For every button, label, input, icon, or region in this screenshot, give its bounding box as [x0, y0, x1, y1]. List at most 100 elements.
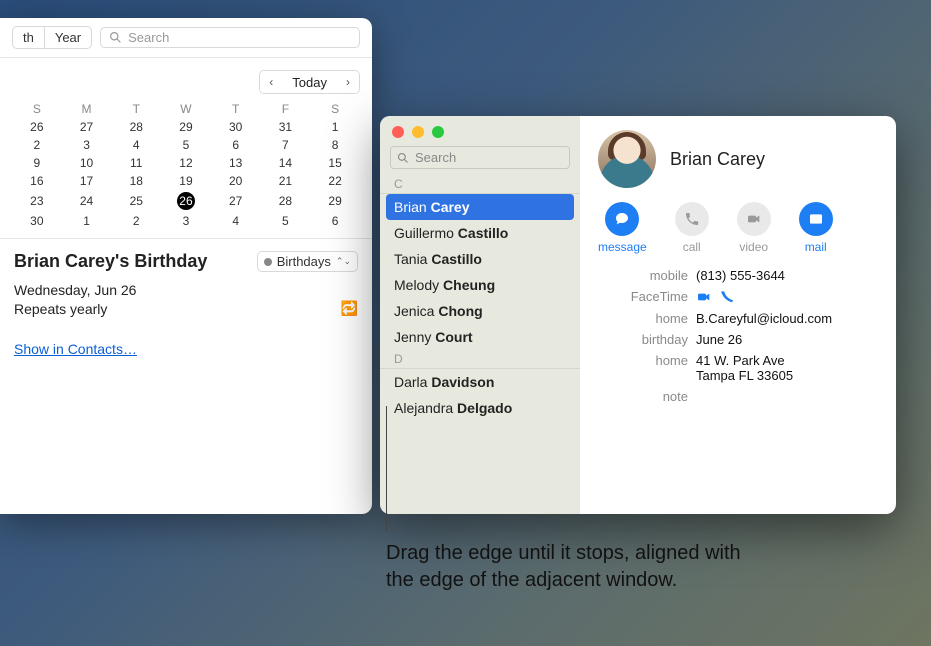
action-mail[interactable]: mail	[799, 202, 833, 254]
contact-actions: message call video mail	[598, 196, 878, 268]
calendar-day[interactable]: 1	[62, 212, 112, 230]
calendar-day[interactable]: 13	[211, 154, 261, 172]
action-call[interactable]: call	[675, 202, 709, 254]
mini-calendar: ‹ Today › SMTWTFS26272829303112345678910…	[0, 58, 372, 238]
calendar-day[interactable]: 10	[62, 154, 112, 172]
calendar-day[interactable]: 28	[261, 190, 311, 212]
calendar-day[interactable]: 4	[111, 136, 161, 154]
field-value-home-addr[interactable]: 41 W. Park Ave Tampa FL 33605	[696, 353, 878, 383]
calendar-day[interactable]: 26	[161, 190, 211, 212]
calendar-picker-label: Birthdays	[277, 254, 331, 269]
addr-line2: Tampa FL 33605	[696, 368, 878, 383]
event-title[interactable]: Brian Carey's Birthday	[14, 251, 207, 272]
field-value-note[interactable]	[696, 389, 878, 404]
today-button[interactable]: Today	[282, 71, 337, 93]
mini-calendar-grid[interactable]: SMTWTFS262728293031123456789101112131415…	[12, 100, 360, 230]
contact-row[interactable]: Brian Carey	[386, 194, 574, 220]
calendar-day[interactable]: 18	[111, 172, 161, 190]
calendar-day[interactable]: 1	[310, 118, 360, 136]
calendar-day[interactable]: 29	[310, 190, 360, 212]
contact-row[interactable]: Darla Davidson	[380, 369, 580, 395]
field-label-home-email: home	[598, 311, 688, 326]
field-value-home-email[interactable]: B.Careyful@icloud.com	[696, 311, 878, 326]
calendar-day[interactable]: 2	[111, 212, 161, 230]
calendar-day[interactable]: 11	[111, 154, 161, 172]
calendar-day[interactable]: 6	[211, 136, 261, 154]
calendar-day[interactable]: 3	[62, 136, 112, 154]
calendar-day[interactable]: 21	[261, 172, 311, 190]
chevron-updown-icon: ⌃⌄	[336, 256, 351, 267]
calendar-day[interactable]: 29	[161, 118, 211, 136]
calendar-day[interactable]: 27	[62, 118, 112, 136]
repeat-icon: 🔁	[341, 300, 358, 317]
event-date: Wednesday, Jun 26	[14, 282, 358, 298]
calendar-day[interactable]: 30	[211, 118, 261, 136]
calendar-day[interactable]: 16	[12, 172, 62, 190]
calendar-day[interactable]: 17	[62, 172, 112, 190]
phone-icon[interactable]	[720, 289, 736, 305]
calendar-day[interactable]: 3	[161, 212, 211, 230]
calendar-window: th Year Search ‹ Today › SMTWTFS26272829…	[0, 18, 372, 514]
calendar-day[interactable]: 5	[161, 136, 211, 154]
prev-button[interactable]: ‹	[260, 71, 282, 93]
contacts-list[interactable]: CBrian CareyGuillermo CastilloTania Cast…	[380, 175, 580, 514]
contact-row[interactable]: Alejandra Delgado	[380, 395, 580, 421]
calendar-color-dot	[264, 258, 272, 266]
calendar-day[interactable]: 2	[12, 136, 62, 154]
field-value-birthday[interactable]: June 26	[696, 332, 878, 347]
calendar-day[interactable]: 9	[12, 154, 62, 172]
seg-partial[interactable]: th	[13, 27, 44, 48]
calendar-day[interactable]: 27	[211, 190, 261, 212]
zoom-button[interactable]	[432, 126, 444, 138]
contact-row[interactable]: Melody Cheung	[380, 272, 580, 298]
contact-row[interactable]: Tania Castillo	[380, 246, 580, 272]
message-icon	[605, 202, 639, 236]
video-icon	[737, 202, 771, 236]
contacts-search-input[interactable]: Search	[390, 146, 570, 169]
calendar-day[interactable]: 22	[310, 172, 360, 190]
dow-header: S	[310, 100, 360, 118]
contact-row[interactable]: Jenny Court	[380, 324, 580, 350]
contact-card: Brian Carey messagecallvideomail mobile …	[580, 116, 896, 514]
calendar-search-input[interactable]: Search	[100, 27, 360, 48]
calendar-day[interactable]: 7	[261, 136, 311, 154]
calendar-day[interactable]: 23	[12, 190, 62, 212]
calendar-day[interactable]: 28	[111, 118, 161, 136]
seg-year[interactable]: Year	[44, 27, 91, 48]
contact-row[interactable]: Guillermo Castillo	[380, 220, 580, 246]
calendar-day[interactable]: 8	[310, 136, 360, 154]
field-value-mobile[interactable]: (813) 555-3644	[696, 268, 878, 283]
contact-name[interactable]: Brian Carey	[670, 149, 765, 170]
calendar-day[interactable]: 5	[261, 212, 311, 230]
view-segmented-control[interactable]: th Year	[12, 26, 92, 49]
action-label: video	[739, 240, 768, 254]
field-value-facetime	[696, 289, 878, 305]
calendar-day[interactable]: 6	[310, 212, 360, 230]
calendar-day[interactable]: 15	[310, 154, 360, 172]
search-icon	[397, 152, 409, 164]
avatar	[598, 130, 656, 188]
next-button[interactable]: ›	[337, 71, 359, 93]
field-label-birthday: birthday	[598, 332, 688, 347]
calendar-picker[interactable]: Birthdays ⌃⌄	[257, 251, 358, 272]
action-message[interactable]: message	[598, 202, 647, 254]
field-label-home-addr: home	[598, 353, 688, 383]
show-in-contacts-link[interactable]: Show in Contacts…	[14, 341, 137, 357]
video-icon[interactable]	[696, 289, 712, 305]
calendar-day[interactable]: 30	[12, 212, 62, 230]
field-label-mobile: mobile	[598, 268, 688, 283]
calendar-day[interactable]: 20	[211, 172, 261, 190]
calendar-day[interactable]: 12	[161, 154, 211, 172]
calendar-day[interactable]: 26	[12, 118, 62, 136]
calendar-day[interactable]: 24	[62, 190, 112, 212]
contacts-window: Search CBrian CareyGuillermo CastilloTan…	[380, 116, 896, 514]
minimize-button[interactable]	[412, 126, 424, 138]
calendar-day[interactable]: 25	[111, 190, 161, 212]
calendar-day[interactable]: 4	[211, 212, 261, 230]
calendar-day[interactable]: 14	[261, 154, 311, 172]
calendar-day[interactable]: 19	[161, 172, 211, 190]
calendar-day[interactable]: 31	[261, 118, 311, 136]
close-button[interactable]	[392, 126, 404, 138]
contact-row[interactable]: Jenica Chong	[380, 298, 580, 324]
action-video[interactable]: video	[737, 202, 771, 254]
